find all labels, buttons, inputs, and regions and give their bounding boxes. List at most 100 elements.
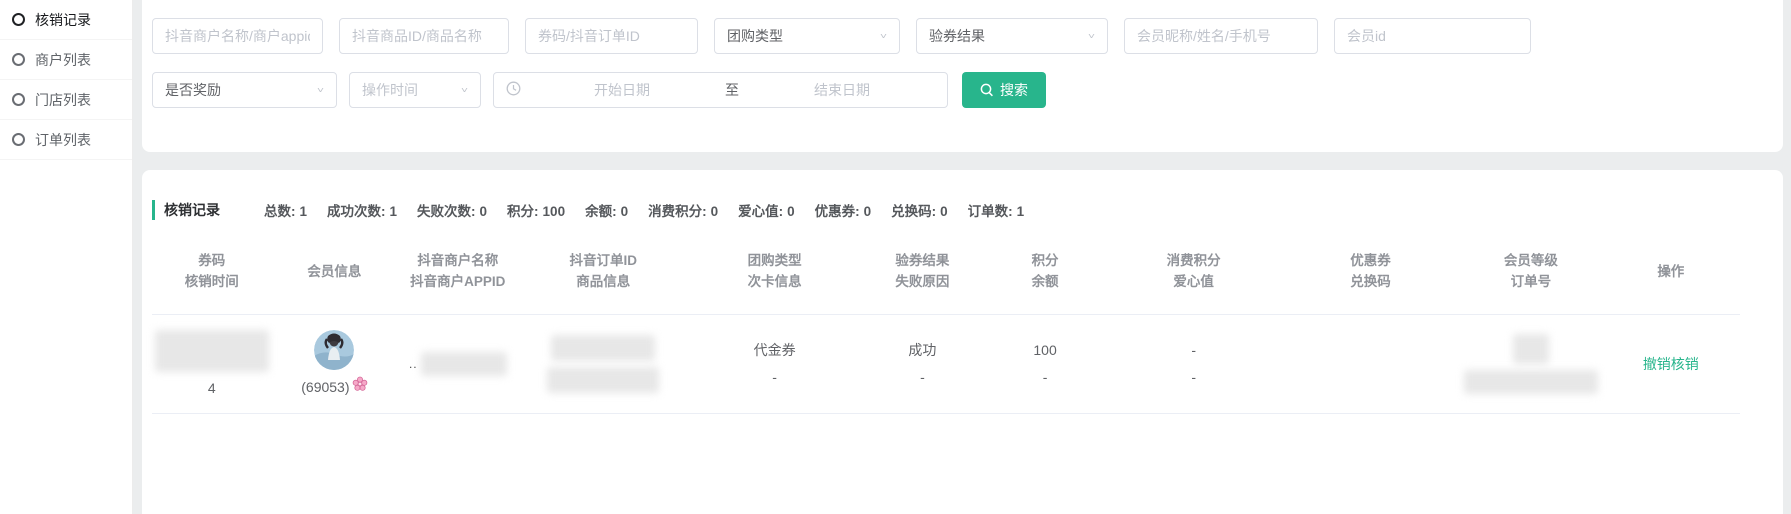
chevron-down-icon: ˅	[1088, 31, 1095, 41]
verify-result-value: 成功	[908, 340, 936, 361]
reward-select[interactable]: 是否奖励 ˅	[152, 72, 337, 108]
stat-points: 积分:100	[507, 200, 565, 220]
start-date-placeholder[interactable]: 开始日期	[527, 80, 717, 100]
date-range-picker[interactable]: 开始日期 至 结束日期	[493, 72, 948, 108]
search-button-label: 搜索	[1000, 80, 1028, 100]
records-panel: 核销记录 总数:1 成功次数:1 失败次数:0 积分:100 余额:0 消费积分…	[142, 170, 1783, 514]
cell-verify-result: 成功 -	[861, 325, 984, 403]
redacted-order-id	[551, 335, 655, 361]
chevron-down-icon: ˅	[317, 85, 324, 95]
redacted-product-info	[547, 367, 659, 393]
merchant-name-input[interactable]	[152, 18, 323, 54]
search-button[interactable]: 搜索	[962, 72, 1046, 108]
table-header-row: 券码核销时间 会员信息 抖音商户名称抖音商户APPID 抖音订单ID商品信息 团…	[152, 238, 1740, 315]
stat-balance: 余额:0	[585, 200, 628, 220]
col-header-member-info: 会员信息	[272, 238, 398, 314]
verify-result-select[interactable]: 验券结果 ˅	[916, 18, 1108, 54]
redacted-order-number	[1464, 370, 1598, 394]
date-range-separator: 至	[717, 80, 747, 100]
end-date-placeholder[interactable]: 结束日期	[747, 80, 937, 100]
filter-panel: 团购类型 ˅ 验券结果 ˅ 是否奖励 ˅ 操作时间 ˅ 开始日期 至 结束日期	[142, 0, 1783, 152]
consume-points-value: -	[1191, 340, 1196, 361]
member-id-input[interactable]	[1334, 18, 1531, 54]
stat-love-value: 爱心值:0	[738, 200, 795, 220]
merchant-prefix: ..	[409, 354, 418, 375]
clock-icon	[506, 81, 521, 100]
col-header-group-type: 团购类型次卡信息	[688, 238, 861, 314]
col-header-merchant: 抖音商户名称抖音商户APPID	[397, 238, 518, 314]
cell-actions: 撤销核销	[1602, 325, 1740, 403]
sidebar-item-merchant-list[interactable]: 商户列表	[0, 40, 132, 80]
group-type-select-value: 团购类型	[727, 26, 783, 46]
stat-total: 总数:1	[264, 200, 307, 220]
sidebar-item-label: 订单列表	[35, 130, 91, 150]
cell-order-product	[518, 325, 688, 403]
cell-points: 100 -	[984, 325, 1107, 403]
col-header-actions: 操作	[1602, 238, 1740, 314]
stat-consume-points: 消费积分:0	[648, 200, 718, 220]
radio-circle-icon	[12, 133, 25, 146]
radio-circle-icon	[12, 13, 25, 26]
sidebar-item-order-list[interactable]: 订单列表	[0, 120, 132, 160]
cell-consume-points: - -	[1106, 325, 1281, 403]
redacted-merchant-name	[421, 352, 507, 376]
stat-order-count: 订单数:1	[968, 200, 1025, 220]
cell-member-level-order	[1460, 325, 1602, 403]
radio-circle-icon	[12, 53, 25, 66]
col-header-coupon: 优惠券兑换码	[1281, 238, 1460, 314]
sidebar-item-store-list[interactable]: 门店列表	[0, 80, 132, 120]
member-nickname-input[interactable]	[1124, 18, 1318, 54]
operation-time-select-value: 操作时间	[362, 80, 418, 100]
chevron-down-icon: ˅	[461, 85, 468, 95]
col-header-member-level: 会员等级订单号	[1460, 238, 1602, 314]
stat-success-count: 成功次数:1	[327, 200, 397, 220]
coupon-code-sub: 4	[208, 378, 216, 399]
member-number: (69053)	[301, 377, 349, 398]
cell-member-info: (69053)	[272, 325, 398, 403]
group-type-value: 代金券	[754, 340, 796, 361]
search-icon	[980, 83, 994, 97]
cherry-blossom-icon	[352, 376, 368, 398]
stat-redeem-codes: 兑换码:0	[891, 200, 948, 220]
summary-bar: 核销记录 总数:1 成功次数:1 失败次数:0 积分:100 余额:0 消费积分…	[152, 200, 1753, 220]
fail-reason-value: -	[920, 367, 925, 388]
col-header-points: 积分余额	[984, 238, 1107, 314]
cell-merchant: ..	[397, 325, 518, 403]
redacted-coupon-code	[155, 330, 269, 372]
reward-select-value: 是否奖励	[165, 80, 221, 100]
filter-row-1: 团购类型 ˅ 验券结果 ˅	[152, 18, 1531, 54]
love-value: -	[1191, 367, 1196, 388]
cell-coupon-redeem	[1281, 325, 1460, 403]
sidebar-item-verification-records[interactable]: 核销记录	[0, 0, 132, 40]
member-number-line: (69053)	[301, 376, 367, 398]
points-value: 100	[1033, 340, 1056, 361]
redacted-member-level	[1513, 334, 1549, 364]
balance-value: -	[1043, 367, 1048, 388]
stat-fail-count: 失败次数:0	[417, 200, 487, 220]
sidebar-item-label: 核销记录	[35, 10, 91, 30]
group-type-select[interactable]: 团购类型 ˅	[714, 18, 900, 54]
cell-coupon-code: 4	[152, 325, 272, 403]
member-avatar[interactable]	[314, 330, 354, 370]
records-table: 券码核销时间 会员信息 抖音商户名称抖音商户APPID 抖音订单ID商品信息 团…	[152, 238, 1740, 414]
cell-group-type: 代金券 -	[688, 325, 861, 403]
col-header-order-id: 抖音订单ID商品信息	[518, 238, 688, 314]
revoke-verification-link[interactable]: 撤销核销	[1643, 354, 1699, 375]
chevron-down-icon: ˅	[880, 31, 887, 41]
radio-circle-icon	[12, 93, 25, 106]
operation-time-select[interactable]: 操作时间 ˅	[349, 72, 481, 108]
col-header-consume-points: 消费积分爱心值	[1106, 238, 1281, 314]
sidebar: 核销记录 商户列表 门店列表 订单列表	[0, 0, 133, 514]
product-id-input[interactable]	[339, 18, 509, 54]
col-header-verify-result: 验券结果失败原因	[861, 238, 984, 314]
summary-title: 核销记录	[152, 200, 220, 220]
filter-row-2: 是否奖励 ˅ 操作时间 ˅ 开始日期 至 结束日期 搜索	[152, 72, 1046, 108]
verify-result-select-value: 验券结果	[929, 26, 985, 46]
sidebar-item-label: 门店列表	[35, 90, 91, 110]
table-row: 4 (69053) ..	[152, 315, 1740, 414]
coupon-code-input[interactable]	[525, 18, 698, 54]
sidebar-item-label: 商户列表	[35, 50, 91, 70]
card-info-value: -	[772, 367, 777, 388]
stat-coupons: 优惠券:0	[815, 200, 872, 220]
col-header-coupon-code: 券码核销时间	[152, 238, 272, 314]
